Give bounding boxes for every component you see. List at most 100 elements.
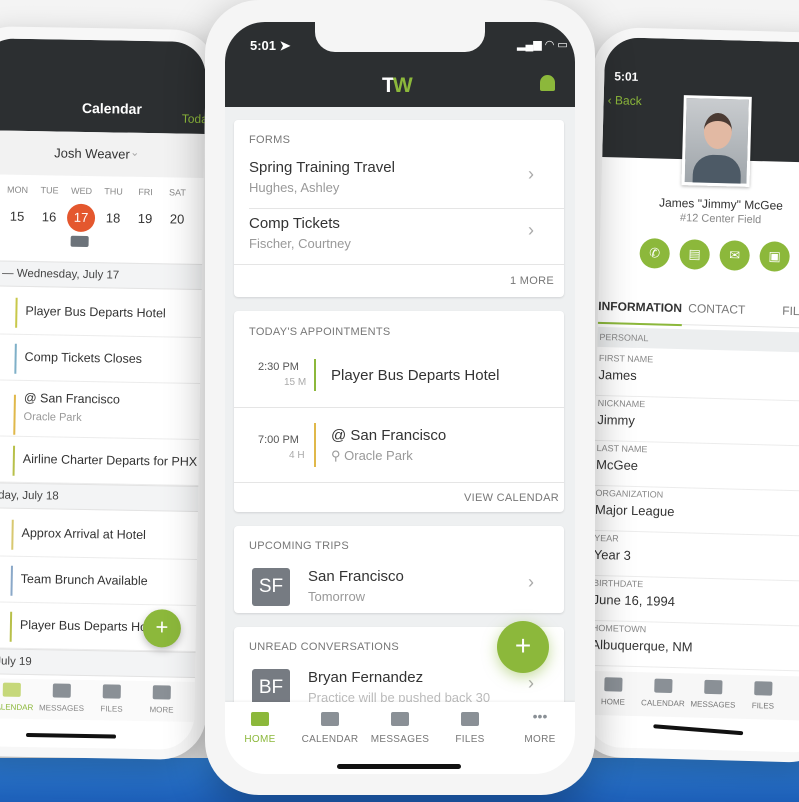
category-bar: [314, 423, 316, 467]
appointment-duration: 15 M: [284, 377, 307, 388]
profile-field: LAST NAME McGee: [593, 440, 799, 493]
forms-card: FORMS Spring Training Travel Hughes, Ash…: [234, 120, 564, 297]
trip-title: San Francisco: [308, 568, 404, 585]
calendar-icon[interactable]: [654, 678, 673, 694]
event-item[interactable]: Comp Tickets Closes: [0, 334, 201, 384]
location-arrow-icon: ➤: [279, 38, 291, 53]
more-icon[interactable]: [152, 685, 171, 700]
tab-files[interactable]: FILES: [435, 734, 505, 745]
form-item[interactable]: Comp Tickets Fischer, Courtney ›: [234, 210, 564, 264]
appointment-item[interactable]: 2:30 PM 15 M Player Bus Departs Hotel: [234, 347, 564, 407]
contact-card-icon: ▣: [768, 248, 781, 264]
tab-messages[interactable]: MESSAGES: [365, 734, 435, 745]
form-item[interactable]: Spring Training Travel Hughes, Ashley ›: [234, 154, 564, 208]
field-label: HOMETOWN: [591, 622, 647, 635]
tab-files[interactable]: FILE: [782, 304, 799, 319]
day-number[interactable]: 18: [99, 204, 127, 232]
day-number[interactable]: 16: [35, 203, 63, 231]
field-value: Albuquerque, NM: [591, 636, 693, 655]
add-fab[interactable]: +: [497, 621, 549, 673]
event-item[interactable]: Approx Arrival at Hotel: [0, 510, 198, 560]
status-time: 5:01 ➤: [250, 38, 291, 54]
contact-card-button[interactable]: ▣: [759, 241, 791, 272]
form-title: Spring Training Travel: [249, 159, 395, 176]
more-icon[interactable]: •••: [531, 709, 549, 726]
chevron-right-icon: ›: [528, 572, 534, 592]
phone-button[interactable]: ✆: [639, 238, 671, 269]
field-label: LAST NAME: [596, 442, 648, 455]
trip-item[interactable]: SF San Francisco Tomorrow ›: [234, 564, 564, 608]
calendar-icon[interactable]: [2, 682, 21, 697]
profile-fields: FIRST NAME James NICKNAME Jimmy LAST NAME McG…: [588, 350, 799, 673]
appointment-time: 7:00 PM: [258, 434, 299, 446]
chevron-right-icon: ›: [528, 673, 534, 693]
date-section-header: — Wednesday, July 17: [0, 260, 203, 291]
day-label: SAT: [169, 187, 187, 198]
bottom-tab-bar: CALENDAR MESSAGES FILES MORE: [0, 678, 197, 722]
tab-contact[interactable]: CONTACT: [688, 301, 745, 316]
messages-icon[interactable]: [52, 683, 71, 698]
logo-w: W: [392, 74, 413, 97]
photo-face: [703, 112, 733, 150]
more-forms-link[interactable]: 1 MORE: [510, 275, 554, 287]
profile-field: YEAR Year 3: [591, 530, 799, 583]
form-subtitle: Fischer, Courtney: [249, 236, 351, 251]
event-title: Comp Tickets Closes: [24, 349, 143, 366]
day-number[interactable]: 17: [66, 203, 96, 233]
tab-more[interactable]: MORE: [505, 734, 575, 745]
category-bar: [314, 359, 316, 391]
tab-information[interactable]: INFORMATION: [597, 298, 683, 327]
divider: [234, 482, 564, 483]
appointments-card: TODAY'S APPOINTMENTS 2:30 PM 15 M Player…: [234, 311, 564, 512]
chat-button[interactable]: ▤: [679, 239, 711, 270]
messages-icon[interactable]: [391, 712, 409, 726]
files-icon[interactable]: [461, 712, 479, 726]
forms-title: FORMS: [249, 134, 291, 146]
files-icon[interactable]: [754, 681, 773, 696]
back-button[interactable]: ‹ Back: [607, 93, 641, 108]
day-label: MON: [6, 184, 29, 195]
event-item[interactable]: @ San Francisco Oracle Park: [0, 380, 201, 440]
day-label: FRI: [138, 186, 153, 198]
right-phone: 5:01 ‹ Back James "Jimmy" McGee #12 Cent…: [574, 26, 799, 764]
section-header: PERSONAL: [597, 326, 799, 354]
appointment-item[interactable]: 7:00 PM 4 H @ San Francisco ⚲ Oracle Par…: [234, 408, 564, 482]
chevron-right-icon: ›: [528, 220, 534, 240]
home-icon[interactable]: [604, 677, 623, 692]
day-number[interactable]: 19: [131, 205, 159, 233]
day-number[interactable]: 20: [163, 205, 191, 233]
day-number[interactable]: 15: [3, 203, 31, 231]
today-button[interactable]: Toda: [182, 112, 206, 126]
status-icons: ▂▄▆ ◠ ▭: [517, 39, 568, 51]
bell-icon[interactable]: [540, 75, 555, 91]
appointment-title: @ San Francisco: [331, 427, 447, 444]
messages-icon[interactable]: [704, 679, 723, 695]
tab-files[interactable]: FILES: [732, 701, 794, 712]
expand-chevron-icon[interactable]: [70, 235, 89, 248]
user-selector[interactable]: Josh Weaver ⌄: [0, 130, 205, 179]
field-label: YEAR: [594, 532, 619, 544]
files-icon[interactable]: [102, 684, 121, 699]
mail-button[interactable]: ✉: [719, 240, 751, 271]
category-bar: [14, 343, 17, 374]
view-calendar-link[interactable]: VIEW CALENDAR: [464, 492, 559, 504]
home-icon[interactable]: [251, 712, 269, 726]
tab-home[interactable]: HOME: [225, 734, 295, 745]
user-name: Josh Weaver: [54, 145, 130, 162]
app-header: 5:01 ➤ ▂▄▆ ◠ ▭ TWTW: [225, 22, 575, 107]
section-title: PERSONAL: [599, 331, 649, 344]
calendar-icon[interactable]: [321, 712, 339, 726]
event-item[interactable]: Player Bus Departs Hotel: [0, 288, 202, 338]
date-section-title: July 19: [0, 655, 32, 669]
field-label: FIRST NAME: [598, 352, 654, 365]
profile-screen: 5:01 ‹ Back James "Jimmy" McGee #12 Cent…: [586, 37, 799, 754]
profile-field: ORGANIZATION Major League: [592, 485, 799, 538]
appointment-title: Player Bus Departs Hotel: [331, 367, 500, 384]
event-item[interactable]: Airline Charter Departs for PHX: [0, 436, 200, 486]
status-time-text: 5:01: [250, 38, 277, 53]
tab-more[interactable]: MORE: [132, 705, 190, 715]
week-strip: MON 15 TUE 16 WED 17 THU 18 FRI 19 SAT 20: [4, 185, 205, 268]
event-item[interactable]: Team Brunch Available: [0, 556, 198, 606]
tab-calendar[interactable]: CALENDAR: [295, 734, 365, 745]
back-label: Back: [614, 93, 642, 109]
